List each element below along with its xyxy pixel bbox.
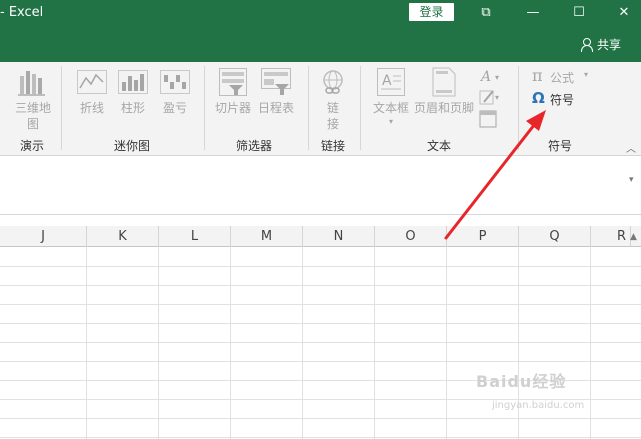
symbol-button[interactable]: Ω 符号	[530, 89, 580, 109]
group-label-demo: 演示	[19, 139, 44, 153]
expand-formula-bar-icon[interactable]: ▾	[629, 175, 634, 185]
link-icon	[323, 70, 343, 94]
column-header-o[interactable]: O	[375, 226, 447, 247]
group-separator	[61, 66, 62, 150]
grid-line	[446, 247, 447, 439]
svg-text:▾: ▾	[495, 73, 499, 82]
formula-bar-area[interactable]: ▾	[0, 157, 641, 215]
watermark: Baidu经验	[476, 372, 567, 391]
collapse-ribbon-icon[interactable]: ︿	[626, 140, 636, 155]
link-label-2: 接	[326, 117, 339, 131]
wordart-icon: A ▾	[479, 69, 499, 84]
login-button[interactable]: 登录	[409, 3, 454, 21]
sparkline-line-icon	[77, 70, 107, 94]
equation-dropdown-icon: ▾	[584, 70, 589, 79]
pi-icon: π	[532, 66, 543, 85]
group-label-link: 链接	[320, 139, 345, 153]
column-header-j[interactable]: J	[0, 226, 87, 247]
column-header-n[interactable]: N	[303, 226, 375, 247]
watermark-url: jingyan.baidu.com	[492, 400, 585, 411]
column-header-row: J K L M N O P Q R	[0, 226, 641, 247]
svg-text:A: A	[479, 69, 491, 84]
column-header-k[interactable]: K	[87, 226, 159, 247]
grid-line	[0, 342, 641, 343]
group-label-sparkline: 迷你图	[113, 139, 150, 153]
app-title: - Excel	[0, 5, 44, 20]
object-icon	[479, 110, 497, 128]
grid-line	[0, 304, 641, 305]
3d-map-icon	[18, 71, 45, 96]
signature-line-icon: ▾	[479, 90, 499, 105]
share-button[interactable]: 共享	[580, 36, 621, 53]
grid-line	[86, 247, 87, 439]
group-separator	[360, 66, 361, 150]
group-label-text: 文本	[426, 139, 451, 153]
close-icon[interactable]: ✕	[612, 2, 636, 24]
grid-line	[590, 247, 591, 439]
header-footer-icon	[432, 67, 456, 97]
grid-line	[0, 266, 641, 267]
3d-map-label-1: 三维地	[14, 101, 51, 115]
svg-text:▾: ▾	[495, 93, 499, 102]
slicer-icon	[219, 68, 247, 96]
grid-line	[0, 361, 641, 362]
column-header-r[interactable]: R	[591, 226, 631, 247]
title-bar: - Excel 登录 ⧉ — ☐ ✕ 共享	[0, 0, 641, 62]
grid-line	[302, 247, 303, 439]
sparkline-column-icon	[118, 70, 148, 94]
sparkline-winloss-label: 盈亏	[162, 101, 187, 115]
sparkline-line-label: 折线	[79, 101, 104, 115]
scroll-up-icon[interactable]: ▲	[630, 232, 637, 242]
grid-line	[374, 247, 375, 439]
grid-line	[0, 285, 641, 286]
symbol-label: 符号	[550, 93, 575, 107]
column-header-m[interactable]: M	[231, 226, 303, 247]
sparkline-winloss-icon	[160, 70, 190, 94]
textbox-dropdown-icon: ▾	[388, 117, 393, 126]
minimize-icon[interactable]: —	[521, 2, 545, 24]
grid-line	[0, 323, 641, 324]
group-separator	[308, 66, 309, 150]
group-separator	[204, 66, 205, 150]
column-header-l[interactable]: L	[159, 226, 231, 247]
share-label: 共享	[597, 38, 622, 52]
group-separator	[518, 66, 519, 150]
column-header-q[interactable]: Q	[519, 226, 591, 247]
timeline-label: 日程表	[257, 101, 294, 115]
equation-button[interactable]: π 公式 ▾	[530, 66, 594, 86]
grid-line	[0, 418, 641, 419]
column-header-p[interactable]: P	[447, 226, 519, 247]
3d-map-label-2: 图	[26, 117, 39, 131]
textbox-icon: A	[377, 68, 405, 96]
person-icon	[580, 38, 594, 52]
ribbon: 三维地 图 演示 折线 柱形 盈亏 迷你图 切片器 日程表 筛选器 链 接 链接…	[0, 62, 641, 156]
group-label-filter: 筛选器	[235, 139, 272, 153]
equation-label: 公式	[550, 71, 575, 85]
sparkline-column-label: 柱形	[120, 101, 145, 115]
maximize-icon[interactable]: ☐	[567, 2, 591, 24]
grid-line	[158, 247, 159, 439]
timeline-icon	[261, 68, 291, 95]
grid-line	[230, 247, 231, 439]
svg-text:A: A	[382, 73, 392, 89]
grid-line	[0, 437, 641, 438]
header-footer-label: 页眉和页脚	[413, 101, 474, 115]
link-label-1: 链	[326, 101, 339, 115]
ribbon-display-options-icon[interactable]: ⧉	[474, 2, 498, 24]
slicer-label: 切片器	[214, 101, 251, 115]
omega-icon: Ω	[532, 89, 545, 107]
group-label-symbol: 符号	[547, 139, 572, 153]
